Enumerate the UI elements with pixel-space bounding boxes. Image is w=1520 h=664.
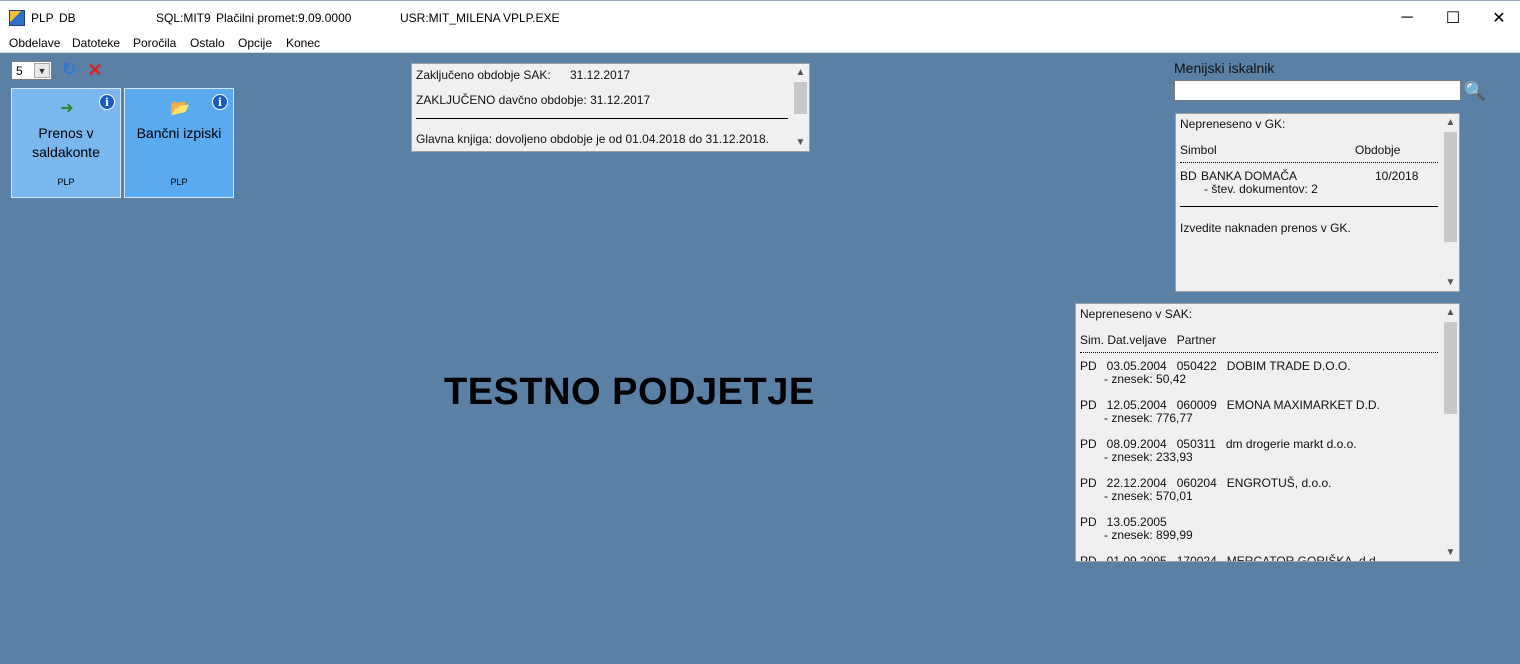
gk-row-code: BD: [1180, 169, 1197, 183]
title-sql: SQL:MIT9: [156, 11, 211, 25]
gk-period: Glavna knjiga: dovoljeno obdobje je od 0…: [416, 132, 769, 146]
maximize-icon: ☐: [1445, 10, 1461, 27]
dotted-divider: [1180, 162, 1438, 163]
tile-prenos-saldakonte[interactable]: i ➜ Prenos v saldakonte PLP: [11, 88, 121, 198]
sak-row-amount: - znesek: 776,77: [1104, 411, 1193, 425]
transfer-icon: ➜: [60, 100, 74, 117]
sak-date: 31.12.2017: [570, 68, 631, 82]
sak-header: Sim. Dat.veljave Partner: [1080, 333, 1217, 347]
tile-sub: PLP: [57, 177, 75, 187]
tile-label: Bančni izpiski: [125, 124, 233, 143]
search-button[interactable]: 🔍: [1464, 80, 1486, 102]
tile-label-line2: saldakonte: [32, 144, 100, 160]
scroll-thumb[interactable]: [1444, 322, 1457, 414]
tile-label-line1: Bančni izpiski: [136, 125, 222, 141]
col-simbol: Simbol: [1180, 143, 1217, 157]
menu-datoteke[interactable]: Datoteke: [72, 36, 120, 50]
title-promet: Plačilni promet:9.09.0000: [216, 11, 352, 25]
scrollbar[interactable]: ▲ ▼: [792, 64, 809, 151]
scroll-down-icon[interactable]: ▼: [792, 134, 809, 151]
title-db: DB: [59, 11, 76, 25]
sak-row-amount: - znesek: 899,99: [1104, 528, 1193, 542]
divider: [1180, 206, 1438, 207]
dotted-divider: [1080, 352, 1438, 353]
scroll-up-icon[interactable]: ▲: [1442, 114, 1459, 131]
tile-sub: PLP: [170, 177, 188, 187]
info-icon[interactable]: i: [212, 94, 228, 110]
info-icon[interactable]: i: [99, 94, 115, 110]
title-bar: PLP DB SQL:MIT9 Plačilni promet:9.09.000…: [0, 0, 1520, 34]
app-icon[interactable]: [9, 10, 25, 26]
sak-label: Zaključeno obdobje SAK:: [416, 68, 551, 82]
minimize-button[interactable]: ─: [1384, 5, 1430, 31]
scroll-down-icon[interactable]: ▼: [1442, 544, 1459, 561]
scrollbar[interactable]: ▲ ▼: [1442, 114, 1459, 291]
sak-panel[interactable]: Nepreneseno v SAK: Sim. Dat.veljave Part…: [1075, 303, 1460, 562]
sak-row: PD 08.09.2004 050311 dm drogerie markt d…: [1080, 437, 1357, 451]
close-button[interactable]: ✕: [1476, 5, 1520, 31]
minimize-icon: ─: [1401, 9, 1413, 26]
tile-bancni-izpiski[interactable]: i 📂 Bančni izpiski PLP: [124, 88, 234, 198]
gk-title: Nepreneseno v GK:: [1180, 117, 1286, 131]
scroll-thumb[interactable]: [1444, 132, 1457, 242]
period-status-panel[interactable]: Zaključeno obdobje SAK: 31.12.2017 ZAKLJ…: [411, 63, 810, 152]
tile-label-line1: Prenos v: [38, 125, 94, 141]
davcno-obdobje: ZAKLJUČENO davčno obdobje: 31.12.2017: [416, 93, 651, 107]
scroll-up-icon[interactable]: ▲: [1442, 304, 1459, 321]
gk-row-detail: - štev. dokumentov: 2: [1204, 182, 1318, 196]
delete-icon: ✕: [87, 59, 103, 80]
sak-row-amount: - znesek: 50,42: [1104, 372, 1187, 386]
scrollbar[interactable]: ▲ ▼: [1442, 304, 1459, 561]
gk-panel[interactable]: Nepreneseno v GK: Simbol Obdobje BD BANK…: [1175, 113, 1460, 292]
folder-open-icon: 📂: [170, 100, 190, 117]
search-icon: 🔍: [1463, 80, 1487, 101]
sak-row-amount: - znesek: 233,93: [1104, 450, 1193, 464]
title-user: USR:MIT_MILENA: [400, 11, 501, 25]
col-obdobje: Obdobje: [1355, 143, 1401, 157]
menu-search-input[interactable]: [1174, 80, 1461, 101]
menu-bar: Obdelave Datoteke Poročila Ostalo Opcije…: [0, 34, 1520, 53]
menu-opcije[interactable]: Opcije: [238, 36, 272, 50]
gk-row-period: 10/2018: [1375, 169, 1419, 183]
sak-row: PD 03.05.2004 050422 DOBIM TRADE D.O.O.: [1080, 359, 1351, 373]
sak-row: PD 13.05.2005: [1080, 515, 1167, 529]
gk-row-name: BANKA DOMAČA: [1201, 169, 1298, 183]
title-app: PLP: [31, 11, 54, 25]
menu-konec[interactable]: Konec: [286, 36, 320, 50]
menu-porocila[interactable]: Poročila: [133, 36, 176, 50]
divider: [416, 118, 788, 119]
scroll-down-icon[interactable]: ▼: [1442, 274, 1459, 291]
scroll-thumb[interactable]: [794, 82, 807, 114]
title-exe: VPLP.EXE: [503, 11, 560, 25]
tile-count-value: 5: [16, 64, 23, 78]
scroll-up-icon[interactable]: ▲: [792, 64, 809, 81]
delete-button[interactable]: ✕: [85, 60, 105, 80]
refresh-icon: ↻: [61, 60, 77, 79]
menu-ostalo[interactable]: Ostalo: [190, 36, 225, 50]
refresh-button[interactable]: ↻: [59, 60, 79, 80]
menu-obdelave[interactable]: Obdelave: [9, 36, 60, 50]
tile-label: Prenos v saldakonte: [12, 124, 120, 162]
sak-row: PD 01.09.2005 170024 MERCATOR GORIŠKA, d…: [1080, 554, 1380, 562]
gk-note: Izvedite naknaden prenos v GK.: [1180, 221, 1351, 235]
sak-row: PD 22.12.2004 060204 ENGROTUŠ, d.o.o.: [1080, 476, 1332, 490]
chevron-down-icon[interactable]: ▼: [34, 63, 50, 78]
sak-row-amount: - znesek: 570,01: [1104, 489, 1193, 503]
search-title: Menijski iskalnik: [1174, 60, 1275, 76]
maximize-button[interactable]: ☐: [1430, 5, 1476, 31]
sak-title: Nepreneseno v SAK:: [1080, 307, 1193, 321]
company-name: TESTNO PODJETJE: [444, 371, 815, 413]
tile-count-select[interactable]: 5 ▼: [11, 61, 52, 80]
close-icon: ✕: [1492, 10, 1506, 27]
sak-row: PD 12.05.2004 060009 EMONA MAXIMARKET D.…: [1080, 398, 1380, 412]
